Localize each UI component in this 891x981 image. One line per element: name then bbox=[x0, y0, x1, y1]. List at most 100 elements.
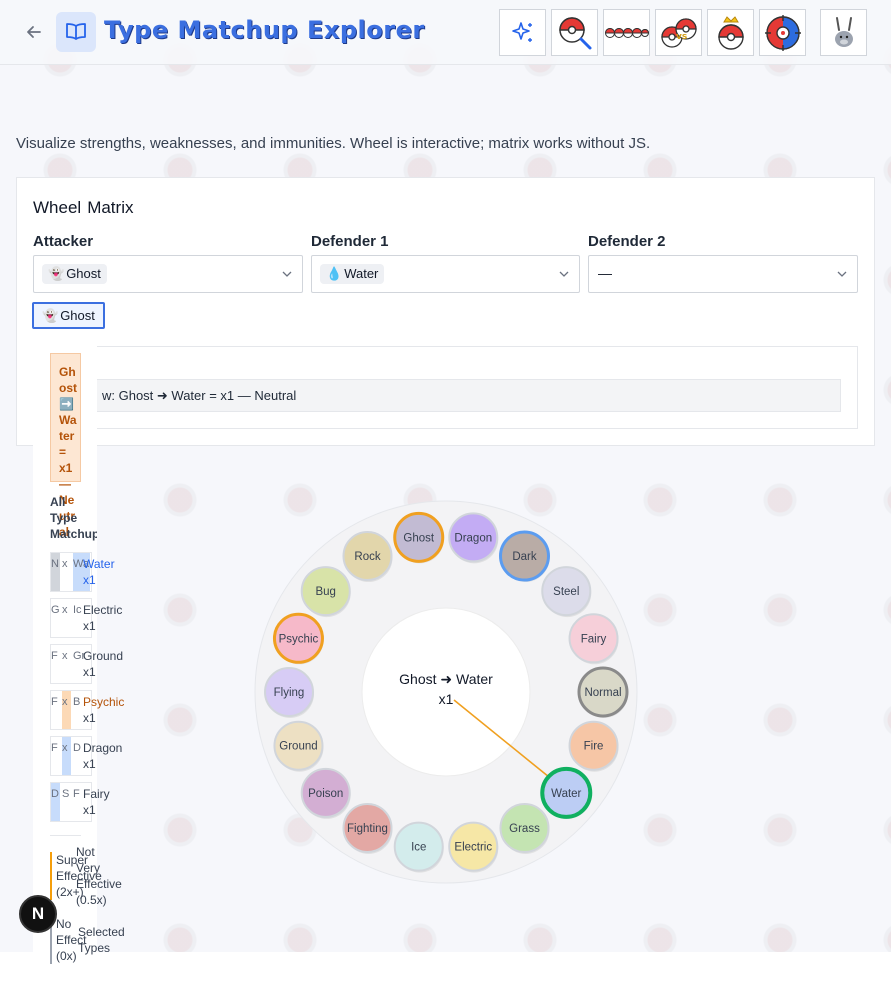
arrow-right-icon: ➡️ bbox=[59, 397, 74, 411]
pokeball-crown-icon bbox=[717, 15, 744, 50]
legend-divider bbox=[50, 835, 81, 836]
tool-button-sparkles[interactable] bbox=[499, 9, 546, 56]
type-node-label: Psychic bbox=[279, 633, 319, 645]
type-node-label: Dragon bbox=[454, 532, 492, 544]
defender2-select[interactable]: — bbox=[588, 255, 858, 293]
matchup-overflow-value: x1 bbox=[83, 757, 96, 771]
pokeball-versus-icon: vs bbox=[660, 17, 697, 48]
chevron-down-icon bbox=[837, 271, 847, 277]
type-node-label: Flying bbox=[274, 687, 305, 699]
legend-selected-types: Selected Types bbox=[78, 925, 125, 955]
type-node-flying[interactable]: Flying bbox=[264, 667, 314, 718]
app-title: Type Matchup Explorer bbox=[104, 16, 425, 44]
type-node-label: Fighting bbox=[347, 823, 388, 835]
tool-button-search[interactable] bbox=[551, 9, 598, 56]
pokeball-target-icon bbox=[764, 14, 801, 51]
arrow-left-icon bbox=[27, 26, 41, 38]
tool-button-target[interactable] bbox=[759, 9, 806, 56]
tool-button-pokemon[interactable] bbox=[820, 9, 867, 56]
defender2-value: — bbox=[598, 265, 612, 281]
tool-button-team[interactable] bbox=[603, 9, 650, 56]
book-open-icon bbox=[66, 23, 86, 40]
type-node-dragon[interactable]: Dragon bbox=[448, 512, 499, 564]
preview-panel: w: Ghost ➜ Water = x1 — Neutral bbox=[33, 346, 858, 429]
type-node-label: Fire bbox=[584, 741, 604, 753]
chevron-down-icon bbox=[559, 271, 569, 277]
matchup-overflow-label: Dragon bbox=[83, 741, 123, 755]
matchup-overflow-value: x1 bbox=[83, 803, 96, 817]
type-node-rock[interactable]: Rock bbox=[342, 531, 393, 583]
back-button[interactable] bbox=[22, 20, 46, 44]
defender1-label: Defender 1 bbox=[311, 233, 389, 250]
type-node-electric[interactable]: Electric bbox=[448, 821, 499, 873]
tool-button-champion[interactable] bbox=[707, 9, 754, 56]
bottom-band bbox=[0, 952, 891, 981]
type-node-steel[interactable]: Steel bbox=[541, 566, 592, 618]
tab-matrix[interactable]: Matrix bbox=[87, 198, 133, 218]
type-node-dark[interactable]: Dark bbox=[499, 530, 550, 583]
type-node-fire[interactable]: Fire bbox=[568, 720, 619, 772]
water-drop-icon: 💧 bbox=[326, 266, 343, 281]
type-node-label: Ghost bbox=[403, 532, 434, 544]
type-node-normal[interactable]: Normal bbox=[577, 666, 629, 718]
wheel-center-title: Ghost ➜ Water bbox=[399, 671, 493, 687]
type-node-label: Steel bbox=[553, 586, 579, 598]
type-node-label: Ice bbox=[411, 842, 426, 854]
sparkles-icon bbox=[511, 21, 532, 42]
rabbit-icon bbox=[834, 16, 853, 47]
pokeball-row-icon bbox=[604, 27, 649, 38]
svg-text:vs: vs bbox=[676, 32, 687, 42]
type-node-label: Normal bbox=[584, 687, 621, 699]
type-node-ground[interactable]: Ground bbox=[273, 720, 324, 772]
attacker-select[interactable]: 👻 Ghost bbox=[33, 255, 303, 293]
type-node-label: Rock bbox=[354, 551, 380, 563]
preview-text: w: Ghost ➜ Water = x1 — Neutral bbox=[50, 379, 841, 412]
type-node-label: Water bbox=[551, 788, 581, 800]
pokeball-search-icon bbox=[558, 16, 591, 49]
next-dev-badge[interactable]: N bbox=[19, 895, 57, 933]
defender1-select[interactable]: 💧 Water bbox=[311, 255, 580, 293]
defender2-label: Defender 2 bbox=[588, 233, 666, 250]
matchup-overflow-value: x1 bbox=[83, 665, 96, 679]
matchups-title: All Type Matchups: bbox=[50, 495, 97, 541]
type-node-water[interactable]: Water bbox=[540, 766, 593, 819]
result-box: Ghost ➡️ Water = x1 — Neutral bbox=[50, 353, 81, 539]
matchup-overflow-label: Water bbox=[83, 557, 115, 571]
attacker-chip: 👻 Ghost bbox=[42, 264, 107, 284]
type-node-label: Poison bbox=[308, 788, 343, 800]
tool-button-versus[interactable]: vs bbox=[655, 9, 702, 56]
type-node-label: Grass bbox=[509, 823, 540, 835]
type-node-label: Dark bbox=[512, 551, 537, 563]
type-node-label: Electric bbox=[454, 842, 492, 854]
type-node-fighting[interactable]: Fighting bbox=[342, 802, 393, 854]
attacker-label: Attacker bbox=[33, 233, 94, 250]
docs-button[interactable] bbox=[56, 12, 96, 52]
type-node-fairy[interactable]: Fairy bbox=[568, 613, 619, 665]
tab-wheel[interactable]: Wheel bbox=[33, 198, 81, 218]
page-description: Visualize strengths, weaknesses, and imm… bbox=[16, 135, 651, 152]
type-node-grass[interactable]: Grass bbox=[499, 802, 550, 854]
defender1-chip: 💧 Water bbox=[320, 264, 385, 284]
matchup-overflow-value: x1 bbox=[83, 711, 96, 725]
top-bar: Type Matchup Explorer vs bbox=[0, 0, 891, 65]
legend-not-very-effective: Not Very Effective (0.5x) bbox=[76, 845, 122, 907]
matchup-overflow-value: x1 bbox=[83, 573, 96, 587]
chevron-down-icon bbox=[282, 271, 292, 277]
selected-type-chip[interactable]: 👻 Ghost bbox=[32, 302, 105, 329]
matchup-overflow-value: x1 bbox=[83, 619, 96, 633]
type-node-ice[interactable]: Ice bbox=[393, 821, 444, 873]
type-node-psychic[interactable]: Psychic bbox=[272, 612, 324, 665]
view-tabs: Wheel Matrix bbox=[33, 198, 133, 218]
type-node-label: Fairy bbox=[581, 633, 607, 645]
matchup-card: Wheel Matrix Attacker Defender 1 Defende… bbox=[16, 177, 875, 446]
type-node-label: Ground bbox=[279, 741, 317, 753]
ghost-icon: 👻 bbox=[48, 266, 65, 281]
type-node-bug[interactable]: Bug bbox=[300, 566, 351, 618]
matchup-overflow-label: Fairy bbox=[83, 787, 110, 801]
type-node-poison[interactable]: Poison bbox=[300, 767, 351, 819]
ghost-icon: 👻 bbox=[42, 308, 59, 323]
matchup-overflow-label: Electric bbox=[83, 603, 123, 617]
type-node-ghost[interactable]: Ghost bbox=[393, 511, 445, 564]
type-wheel[interactable]: Ghost Dragon Dark Steel Fairy Normal Fire Water… bbox=[253, 499, 639, 885]
wheel-center-multiplier: x1 bbox=[439, 691, 454, 707]
